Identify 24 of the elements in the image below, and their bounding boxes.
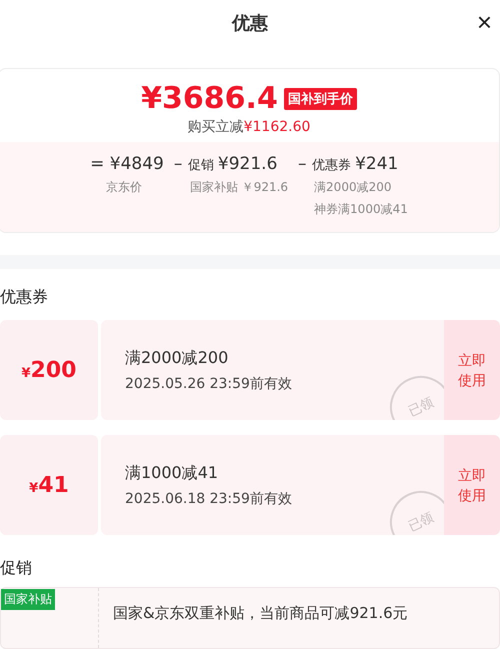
coupon-validity: 2025.05.26 23:59前有效 — [125, 374, 293, 392]
final-price: ¥3686.4 — [141, 81, 278, 116]
promo-text: 国家&京东双重补贴，当前商品可减921.6元 — [112, 603, 408, 624]
use-coupon-button[interactable]: 立即使用 — [444, 320, 500, 420]
breakdown-note: 神券满1000减41 — [313, 201, 408, 218]
section-title: 优惠券 — [0, 287, 49, 308]
coupon-amount: ¥41 — [29, 472, 69, 498]
promo-tag: 国家补贴 — [1, 589, 55, 610]
breakdown-value: = ¥4849 — [90, 154, 164, 174]
coupon-amount: ¥200 — [22, 358, 76, 382]
section-title: 促销 — [0, 558, 33, 579]
use-coupon-button[interactable]: 立即使用 — [444, 435, 500, 535]
breakdown-note: 京东价 — [105, 179, 144, 196]
dialog-title: 优惠 — [232, 12, 268, 35]
breakdown-note: 国家补贴 ￥921.6 — [188, 179, 288, 196]
coupon-condition: 满1000减41 — [125, 462, 220, 484]
breakdown-value: – 优惠券 ¥241 — [298, 154, 400, 174]
coupon-condition: 满2000减200 — [125, 348, 230, 368]
breakdown-value: – 促销 ¥921.6 — [174, 154, 278, 174]
breakdown-note: 满2000减200 — [313, 179, 392, 196]
coupon-validity: 2025.06.18 23:59前有效 — [125, 490, 293, 508]
price-tag: 国补到手价 — [284, 88, 357, 110]
close-button[interactable]: × — [472, 10, 496, 34]
saving-text: 购买立减¥1162.60 — [188, 118, 310, 136]
